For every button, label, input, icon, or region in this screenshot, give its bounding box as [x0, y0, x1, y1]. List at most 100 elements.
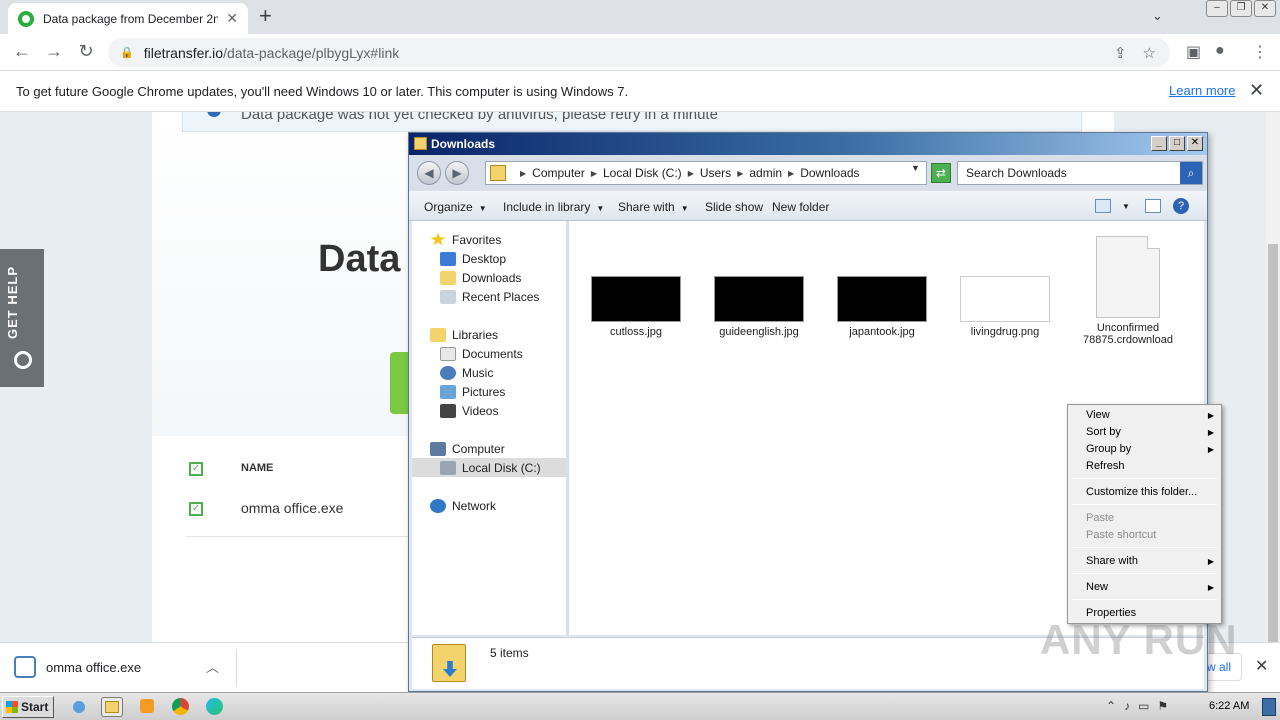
internet-explorer-icon[interactable] [68, 697, 90, 717]
chevron-right-icon[interactable]: ▶ [520, 169, 526, 178]
file-checkbox[interactable]: ✓ [189, 502, 203, 516]
menu-item-customize[interactable]: Customize this folder... [1069, 484, 1220, 501]
nav-pictures[interactable]: Pictures [412, 382, 566, 401]
chevron-right-icon[interactable]: ▶ [737, 169, 743, 178]
explorer-back-icon[interactable]: ◀ [417, 161, 441, 185]
tab-search-chevron-icon[interactable]: ⌄ [1152, 8, 1163, 24]
network-tray-icon[interactable]: ▭ [1138, 699, 1149, 713]
share-icon[interactable]: ⇪ [1114, 44, 1127, 62]
menu-item-share-with[interactable]: Share with ▶ [1069, 553, 1220, 570]
breadcrumb-item[interactable]: Computer [532, 166, 585, 180]
new-tab-button[interactable]: + [259, 4, 272, 28]
address-dropdown-icon[interactable]: ▼ [911, 163, 920, 173]
share-with-button[interactable]: Share with ▼ [618, 200, 689, 214]
nav-libraries[interactable]: Libraries [412, 325, 566, 344]
edge-taskbar-icon[interactable] [203, 697, 225, 717]
help-icon[interactable]: ? [1173, 198, 1189, 214]
file-item[interactable]: livingdrug.png [955, 276, 1055, 338]
chrome-taskbar-icon[interactable] [169, 697, 191, 717]
share-label: Share with [618, 200, 675, 214]
select-all-checkbox[interactable]: ✓ [189, 462, 203, 476]
download-item[interactable]: omma office.exe [14, 656, 141, 678]
include-in-library-button[interactable]: Include in library ▼ [503, 200, 604, 214]
slide-show-button[interactable]: Slide show [705, 200, 763, 214]
new-folder-button[interactable]: New folder [772, 200, 829, 214]
chrome-menu-icon[interactable]: ⋮ [1252, 42, 1268, 62]
chevron-right-icon[interactable]: ▶ [591, 169, 597, 178]
system-tray: ⌃ ♪ ▭ ⚑ [1106, 699, 1168, 713]
search-icon[interactable]: ⌕ [1180, 162, 1202, 184]
explorer-taskbar-icon[interactable] [101, 697, 123, 717]
menu-item-new[interactable]: New ▶ [1069, 579, 1220, 596]
forward-arrow-icon[interactable]: → [43, 41, 65, 62]
side-panel-icon[interactable]: ▣ [1186, 42, 1201, 62]
menu-item-view[interactable]: View ▶ [1069, 407, 1220, 424]
chevron-right-icon[interactable]: ▶ [788, 169, 794, 178]
explorer-title: Downloads [431, 137, 496, 151]
infobar-close-icon[interactable]: ✕ [1249, 80, 1264, 101]
breadcrumb-item[interactable]: Users [700, 166, 731, 180]
address-bar[interactable]: 🔒 filetransfer.io/data-package/plbygLyx#… [108, 38, 1170, 67]
action-center-icon[interactable]: ⚑ [1157, 699, 1168, 713]
file-item[interactable]: guideenglish.jpg [709, 276, 809, 338]
explorer-titlebar[interactable]: Downloads _ □ ✕ [409, 133, 1207, 155]
explorer-refresh-icon[interactable]: ⇄ [931, 163, 951, 183]
explorer-minimize-button[interactable]: _ [1151, 136, 1167, 151]
bookmark-star-icon[interactable]: ☆ [1143, 44, 1156, 62]
volume-icon[interactable]: ♪ [1124, 699, 1130, 713]
explorer-forward-icon[interactable]: ▶ [445, 161, 469, 185]
menu-item-group-by[interactable]: Group by ▶ [1069, 441, 1220, 458]
organize-button[interactable]: Organize ▼ [424, 200, 487, 214]
menu-item-paste-shortcut: Paste shortcut [1086, 529, 1157, 541]
reload-icon[interactable]: ↻ [75, 41, 97, 62]
page-scrollbar[interactable] [1266, 112, 1280, 696]
minimize-button[interactable]: – [1206, 0, 1228, 17]
chevron-up-icon[interactable]: ︿ [206, 657, 219, 676]
breadcrumb-item[interactable]: Local Disk (C:) [603, 166, 682, 180]
show-desktop-button[interactable] [1262, 698, 1276, 716]
file-item[interactable]: Unconfirmed 78875.crdownload [1078, 236, 1178, 346]
active-tab[interactable]: Data package from December 2nd. · ✕ [8, 3, 248, 34]
explorer-search-input[interactable]: Search Downloads ⌕ [957, 161, 1203, 185]
taskbar-clock[interactable]: 6:22 AM [1209, 700, 1249, 712]
chevron-right-icon[interactable]: ▶ [688, 169, 694, 178]
lock-icon[interactable]: 🔒 [120, 46, 134, 59]
nav-network[interactable]: Network [412, 496, 566, 515]
tab-close-icon[interactable]: ✕ [226, 10, 238, 27]
nav-local-disk[interactable]: Local Disk (C:) [412, 458, 566, 477]
restore-button[interactable]: ❐ [1230, 0, 1252, 17]
start-button[interactable]: Start [2, 696, 54, 718]
nav-recent-places[interactable]: Recent Places [412, 287, 566, 306]
nav-computer[interactable]: Computer [412, 439, 566, 458]
tray-expand-icon[interactable]: ⌃ [1106, 699, 1116, 713]
scrollbar-thumb[interactable] [1268, 244, 1278, 696]
menu-item-sort-by[interactable]: Sort by ▶ [1069, 424, 1220, 441]
download-button[interactable] [390, 352, 410, 414]
profile-avatar-icon[interactable]: ● [1215, 42, 1225, 60]
download-shelf-close-icon[interactable]: ✕ [1255, 656, 1268, 676]
explorer-close-button[interactable]: ✕ [1187, 136, 1203, 151]
view-dropdown-icon[interactable]: ▼ [1122, 202, 1130, 211]
nav-downloads[interactable]: Downloads [412, 268, 566, 287]
nav-desktop[interactable]: Desktop [412, 249, 566, 268]
breadcrumb[interactable]: ▶ Computer ▶ Local Disk (C:) ▶ Users ▶ a… [485, 161, 927, 185]
menu-label: New [1086, 581, 1109, 593]
explorer-maximize-button[interactable]: □ [1169, 136, 1185, 151]
back-arrow-icon[interactable]: ← [11, 41, 33, 62]
nav-music[interactable]: Music [412, 363, 566, 382]
nav-videos[interactable]: Videos [412, 401, 566, 420]
get-help-tab[interactable]: GET HELP [0, 249, 44, 387]
change-view-icon[interactable] [1095, 199, 1111, 213]
menu-item-refresh[interactable]: Refresh [1069, 458, 1220, 475]
file-item[interactable]: japantook.jpg [832, 276, 932, 338]
nav-favorites[interactable]: Favorites [412, 230, 566, 249]
close-window-button[interactable]: ✕ [1254, 0, 1276, 17]
breadcrumb-item[interactable]: Downloads [800, 166, 859, 180]
nav-documents[interactable]: Documents [412, 344, 566, 363]
media-player-icon[interactable] [136, 697, 158, 717]
preview-pane-icon[interactable] [1145, 199, 1161, 213]
infobar-message: To get future Google Chrome updates, you… [16, 83, 629, 99]
breadcrumb-item[interactable]: admin [749, 166, 782, 180]
learn-more-link[interactable]: Learn more [1169, 83, 1235, 98]
file-item[interactable]: cutloss.jpg [586, 276, 686, 338]
